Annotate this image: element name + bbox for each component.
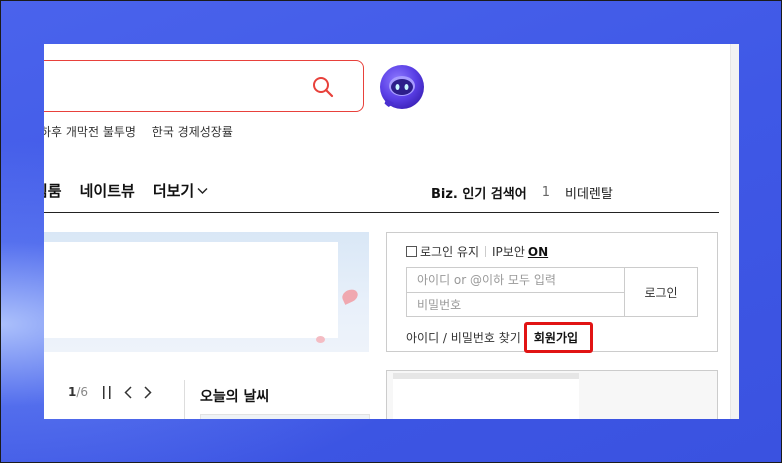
chevron-left-icon[interactable] (124, 385, 132, 399)
id-input[interactable] (407, 268, 624, 292)
find-account-link[interactable]: 아이디 / 비밀번호 찾기 (406, 329, 521, 346)
chevron-right-icon[interactable] (144, 385, 152, 399)
web-page: 하후 개막전 불투명 한국 경제성장률 림룸 네이트뷰 더보기 Biz. 인기 … (44, 44, 738, 419)
biz-trending-rank: 1 (541, 185, 551, 200)
banner-content (44, 242, 338, 338)
suggestion-link[interactable]: 한국 경제성장률 (152, 125, 233, 139)
weather-widget (200, 414, 370, 419)
pager-total: 6 (80, 385, 89, 399)
keep-login-checkbox[interactable] (406, 246, 417, 257)
nav-more-button[interactable]: 더보기 (153, 180, 208, 201)
page-scrollbar[interactable] (730, 44, 739, 419)
login-links: 아이디 / 비밀번호 찾기 회원가입 (406, 322, 594, 353)
main-nav: 림룸 네이트뷰 더보기 (44, 180, 208, 201)
nav-item-limroom[interactable]: 림룸 (44, 180, 62, 201)
pager-current: 1 (68, 385, 77, 399)
section-divider (184, 380, 185, 419)
chevron-down-icon (197, 187, 208, 194)
nav-more-label: 더보기 (152, 182, 195, 200)
signup-link[interactable]: 회원가입 (523, 322, 594, 353)
suggestion-link[interactable]: 하후 개막전 불투명 (44, 125, 136, 139)
login-inputs (406, 267, 625, 317)
search-suggestions: 하후 개막전 불투명 한국 경제성장률 (44, 123, 245, 140)
login-button[interactable]: 로그인 (624, 267, 698, 317)
login-options: 로그인 유지 IP보안 ON (406, 243, 548, 260)
separator (485, 246, 487, 257)
weather-title[interactable]: 오늘의 날씨 (200, 386, 269, 406)
main-banner[interactable] (44, 232, 369, 352)
biz-trending-title: Biz. 인기 검색어 (431, 187, 527, 202)
banner-pager: 1 / 6 (68, 385, 152, 399)
ip-security-label[interactable]: IP보안 (492, 243, 525, 260)
nav-item-nateview[interactable]: 네이트뷰 (80, 180, 135, 201)
biz-trending: Biz. 인기 검색어 1 비데렌탈 (431, 183, 613, 202)
search-box[interactable] (44, 60, 364, 112)
ad-panel[interactable] (386, 370, 718, 419)
petal-decoration (316, 336, 325, 343)
ad-content (393, 379, 579, 419)
nav-divider (44, 212, 719, 213)
ai-assistant-icon[interactable] (378, 63, 426, 111)
search-icon[interactable] (311, 75, 335, 99)
ip-security-toggle[interactable]: ON (528, 245, 548, 259)
login-panel: 로그인 유지 IP보안 ON 로그인 아이디 / 비밀번호 찾기 회원가입 (386, 232, 718, 353)
biz-trending-keyword[interactable]: 비데렌탈 (565, 183, 613, 202)
password-input[interactable] (407, 292, 624, 316)
pause-icon[interactable] (102, 385, 112, 399)
keep-login-label[interactable]: 로그인 유지 (420, 243, 479, 260)
petal-decoration (340, 287, 360, 305)
